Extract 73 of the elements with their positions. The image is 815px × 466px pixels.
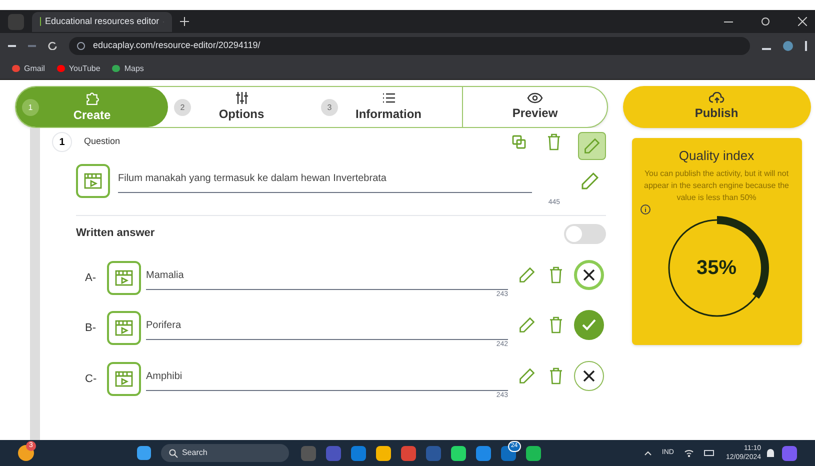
- pencil-icon[interactable]: [518, 366, 536, 385]
- answer-letter: C-: [85, 372, 98, 386]
- video-clip-icon: [114, 268, 134, 288]
- chevron-up-icon[interactable]: [644, 450, 652, 456]
- media-button[interactable]: [107, 311, 141, 346]
- quality-title: Quality index: [678, 147, 754, 165]
- browser-tab[interactable]: Educational resources editor: [32, 12, 172, 32]
- wifi-icon[interactable]: [684, 449, 694, 457]
- answer-field[interactable]: Amphibi: [146, 368, 508, 390]
- list-icon: [382, 91, 396, 105]
- battery-icon[interactable]: [704, 450, 714, 456]
- bell-icon[interactable]: [767, 449, 774, 457]
- media-button[interactable]: [107, 260, 141, 295]
- copilot-icon[interactable]: [782, 446, 798, 460]
- media-button[interactable]: [76, 164, 110, 198]
- app-icon[interactable]: [376, 446, 391, 460]
- taskbar-search[interactable]: Search: [160, 444, 289, 462]
- app-icon[interactable]: [450, 446, 466, 460]
- correct-answer-button[interactable]: [574, 310, 604, 340]
- pencil-icon[interactable]: [580, 171, 600, 191]
- bookmark-link[interactable]: Gmail: [24, 62, 45, 74]
- media-button[interactable]: [107, 362, 141, 396]
- info-icon[interactable]: [640, 204, 650, 214]
- step-tab[interactable]: 3 Information: [315, 87, 462, 127]
- edit-button[interactable]: [578, 132, 606, 160]
- trash-icon[interactable]: [548, 316, 564, 334]
- answer-letter: B-: [85, 321, 97, 336]
- address-bar[interactable]: educaplay.com/resource-editor/20294119/: [69, 36, 750, 54]
- trash-icon[interactable]: [548, 366, 564, 385]
- answer-letter: A-: [85, 270, 97, 286]
- puzzle-icon: [84, 90, 100, 106]
- copy-icon[interactable]: [512, 135, 526, 149]
- answer-field[interactable]: Mamalia: [146, 268, 508, 290]
- publish-button[interactable]: Publish: [622, 86, 810, 128]
- answer-field[interactable]: Porifera: [146, 318, 508, 340]
- written-answer-label: Written answer: [76, 226, 155, 242]
- eye-icon: [527, 92, 543, 104]
- trash-icon[interactable]: [546, 133, 562, 151]
- bookmark-link[interactable]: YouTube: [68, 62, 100, 74]
- quality-message: You can publish the activity, but it will not appear in the search engine because the value is less than 50%: [643, 168, 790, 204]
- step-number: 2: [174, 99, 191, 116]
- reload-icon[interactable]: [48, 41, 57, 50]
- quality-percentage: 35%: [695, 256, 738, 280]
- start-icon[interactable]: [136, 446, 151, 460]
- trash-icon[interactable]: [548, 266, 564, 284]
- preview-tab[interactable]: Preview: [462, 87, 607, 127]
- url-text: educaplay.com/resource-editor/20294119/: [93, 38, 260, 52]
- video-clip-icon: [114, 318, 134, 338]
- restore-icon[interactable]: [761, 17, 770, 26]
- new-tab-icon[interactable]: [180, 17, 189, 26]
- step-tab[interactable]: 2 Options: [168, 87, 315, 127]
- cloud-upload-icon: [708, 92, 724, 104]
- search-icon: [168, 448, 178, 458]
- site-info-icon[interactable]: [77, 42, 85, 50]
- step-number: 3: [321, 99, 338, 116]
- mark-correct-button[interactable]: [574, 260, 604, 290]
- video-clip-icon: [83, 171, 103, 191]
- extension-icon[interactable]: [783, 40, 793, 50]
- tab-title: Educational resources editor: [45, 14, 160, 28]
- pencil-icon[interactable]: [518, 316, 536, 334]
- question-text-field[interactable]: Filum manakah yang termasuk ke dalam hewan Invertebrata: [118, 169, 532, 193]
- mark-correct-button[interactable]: [574, 360, 604, 391]
- pencil-icon[interactable]: [583, 137, 601, 155]
- step-number: 1: [22, 99, 39, 116]
- app-icon[interactable]: [526, 446, 541, 460]
- checkmark-icon: [582, 319, 596, 332]
- bookmark-link[interactable]: Maps: [124, 62, 144, 74]
- question-number: 1: [52, 132, 72, 152]
- toggle-switch[interactable]: [564, 224, 606, 244]
- question-label: Question: [84, 135, 120, 148]
- sliders-icon: [234, 91, 248, 105]
- video-clip-icon: [114, 368, 134, 389]
- pencil-icon[interactable]: [518, 266, 536, 284]
